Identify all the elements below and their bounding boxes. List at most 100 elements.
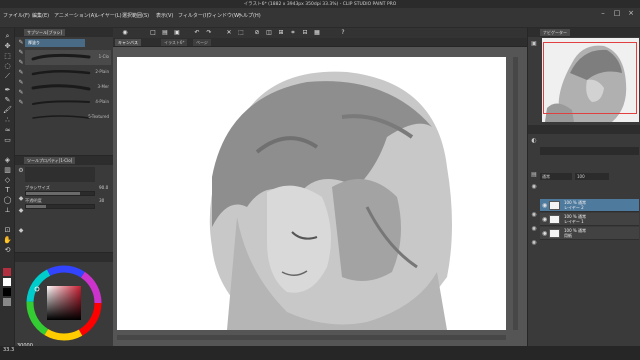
- menu-filter[interactable]: フィルター(I): [178, 12, 208, 19]
- balloon-icon[interactable]: ◯: [3, 196, 12, 205]
- invert-icon[interactable]: ◫: [265, 29, 273, 37]
- ruler-icon[interactable]: ⟂: [3, 206, 12, 215]
- subtool-group-tab[interactable]: 厚塗り: [25, 39, 85, 47]
- blend-mode-select[interactable]: 通常: [540, 173, 572, 180]
- canvas-area[interactable]: [113, 47, 527, 346]
- navigator-tab[interactable]: ナビゲーター: [540, 29, 570, 36]
- eye-icon[interactable]: ◉: [530, 239, 538, 247]
- snap-icon[interactable]: ⌗: [289, 29, 297, 37]
- ruler-snap-icon[interactable]: ⊟: [301, 29, 309, 37]
- menu-animation[interactable]: アニメーション(A): [54, 12, 96, 19]
- layer-row[interactable]: ◉ 100 % 通常 レイヤー 2: [540, 199, 639, 212]
- eye-icon[interactable]: ◉: [530, 225, 538, 233]
- brush-size-strip[interactable]: [540, 147, 639, 155]
- move-icon[interactable]: ✥: [3, 42, 12, 51]
- maximize-button[interactable]: □: [610, 9, 624, 19]
- wrench-icon[interactable]: ◆: [17, 227, 25, 235]
- subtool-panel-tab[interactable]: サブツール[ブラシ]: [24, 29, 66, 36]
- open-icon[interactable]: ▤: [161, 29, 169, 37]
- blend-icon[interactable]: ≈: [3, 126, 12, 135]
- undo-icon[interactable]: ↶: [193, 29, 201, 37]
- brush-icon[interactable]: ✎: [17, 49, 25, 57]
- brush-item[interactable]: 4-Plain: [25, 95, 111, 110]
- navigator-viewport-frame[interactable]: [543, 42, 637, 114]
- layer-row[interactable]: ◉ 100 % 通常 用紙: [540, 227, 639, 240]
- pen-icon[interactable]: ✒: [3, 86, 12, 95]
- layer-opacity-field[interactable]: 100: [575, 173, 609, 180]
- zoom-level[interactable]: 33.3: [3, 347, 14, 353]
- help-icon[interactable]: ?: [339, 29, 347, 37]
- palette-icon[interactable]: ◐: [530, 137, 538, 145]
- grid-icon[interactable]: ▦: [313, 29, 321, 37]
- eyedropper-icon[interactable]: ⟋: [3, 72, 12, 81]
- eye-icon[interactable]: ◉: [530, 183, 538, 191]
- opacity-slider[interactable]: [25, 204, 95, 209]
- close-button[interactable]: ×: [624, 9, 638, 19]
- wrench-icon[interactable]: ◆: [17, 207, 25, 215]
- figure-icon[interactable]: ◇: [3, 176, 12, 185]
- main-color-swatch[interactable]: [3, 268, 11, 276]
- brush-item[interactable]: 2-Plain: [25, 65, 111, 80]
- layer-row[interactable]: ◉ 100 % 通常 レイヤー 1: [540, 213, 639, 226]
- brush-item[interactable]: 1-Clo: [25, 50, 111, 65]
- brush-item[interactable]: 5-Textured: [25, 110, 111, 125]
- sub-color-swatch[interactable]: [3, 278, 11, 286]
- menu-help[interactable]: ヘルプ(H): [238, 12, 261, 19]
- visibility-icon[interactable]: ◉: [542, 216, 547, 223]
- eraser-icon[interactable]: ▭: [3, 136, 12, 145]
- fill-icon[interactable]: ◈: [3, 156, 12, 165]
- horizontal-scrollbar[interactable]: [117, 335, 506, 340]
- brush-item[interactable]: 3-Mer: [25, 80, 111, 95]
- navigator-thumbnail[interactable]: [542, 38, 639, 122]
- menu-selection[interactable]: 選択範囲(S): [122, 12, 149, 19]
- hand-icon[interactable]: ✋: [3, 236, 12, 245]
- rotate-icon[interactable]: ⟲: [3, 246, 12, 255]
- deselect-icon[interactable]: ⊘: [253, 29, 261, 37]
- new-icon[interactable]: □: [149, 29, 157, 37]
- layer-tool-icon[interactable]: ⊡: [3, 226, 12, 235]
- transform-icon[interactable]: ⬚: [237, 29, 245, 37]
- menu-layer[interactable]: レイヤー(L): [95, 12, 122, 19]
- prop-value-size[interactable]: 90.0: [99, 185, 108, 190]
- brush-size-slider[interactable]: [25, 191, 95, 196]
- canvas-tab[interactable]: イラスト6*: [161, 39, 188, 46]
- save-icon[interactable]: ▣: [173, 29, 181, 37]
- canvas-tab[interactable]: キャンバス: [115, 39, 141, 46]
- select-icon[interactable]: ⬚: [3, 52, 12, 61]
- pencil-icon[interactable]: ✎: [3, 96, 12, 105]
- color-wheel[interactable]: [21, 265, 107, 341]
- brush-icon[interactable]: ✎: [17, 79, 25, 87]
- brush-icon[interactable]: ✎: [17, 59, 25, 67]
- wrench-icon[interactable]: ⚙: [17, 167, 25, 175]
- wrench-icon[interactable]: ◆: [17, 195, 25, 203]
- tool-property-tab[interactable]: ツールプロパティ[1-Clo]: [24, 157, 76, 164]
- menu-view[interactable]: 表示(V): [156, 12, 173, 19]
- clear-icon[interactable]: ✕: [225, 29, 233, 37]
- visibility-icon[interactable]: ◉: [542, 202, 547, 209]
- layer-icon[interactable]: ▤: [530, 171, 538, 179]
- canvas-tab[interactable]: ページ: [193, 39, 211, 46]
- zoom-icon[interactable]: ⌕: [3, 32, 12, 41]
- redo-icon[interactable]: ↷: [205, 29, 213, 37]
- extra-color-swatch[interactable]: [3, 298, 11, 306]
- brush-icon[interactable]: ✎: [17, 89, 25, 97]
- minimize-button[interactable]: –: [596, 9, 610, 19]
- canvas[interactable]: [117, 57, 506, 330]
- brush-icon[interactable]: ✎: [17, 39, 25, 47]
- menu-edit[interactable]: 編集(E): [32, 12, 49, 19]
- expand-icon[interactable]: ⊞: [277, 29, 285, 37]
- navigator-icon[interactable]: ▣: [530, 40, 538, 48]
- gradient-icon[interactable]: ▥: [3, 166, 12, 175]
- prop-value-opacity[interactable]: 30: [99, 198, 104, 203]
- eye-icon[interactable]: ◉: [530, 211, 538, 219]
- visibility-icon[interactable]: ◉: [542, 230, 547, 237]
- app-icon[interactable]: ◉: [121, 29, 129, 37]
- transparent-color-swatch[interactable]: [3, 288, 11, 296]
- menu-file[interactable]: ファイル(F): [3, 12, 30, 19]
- brush-icon[interactable]: ✎: [17, 99, 25, 107]
- vertical-scrollbar[interactable]: [513, 57, 518, 330]
- text-icon[interactable]: T: [3, 186, 12, 195]
- airbrush-icon[interactable]: ∴: [3, 116, 12, 125]
- menu-window[interactable]: ウィンドウ(W): [207, 12, 241, 19]
- brush-icon[interactable]: ✎: [17, 69, 25, 77]
